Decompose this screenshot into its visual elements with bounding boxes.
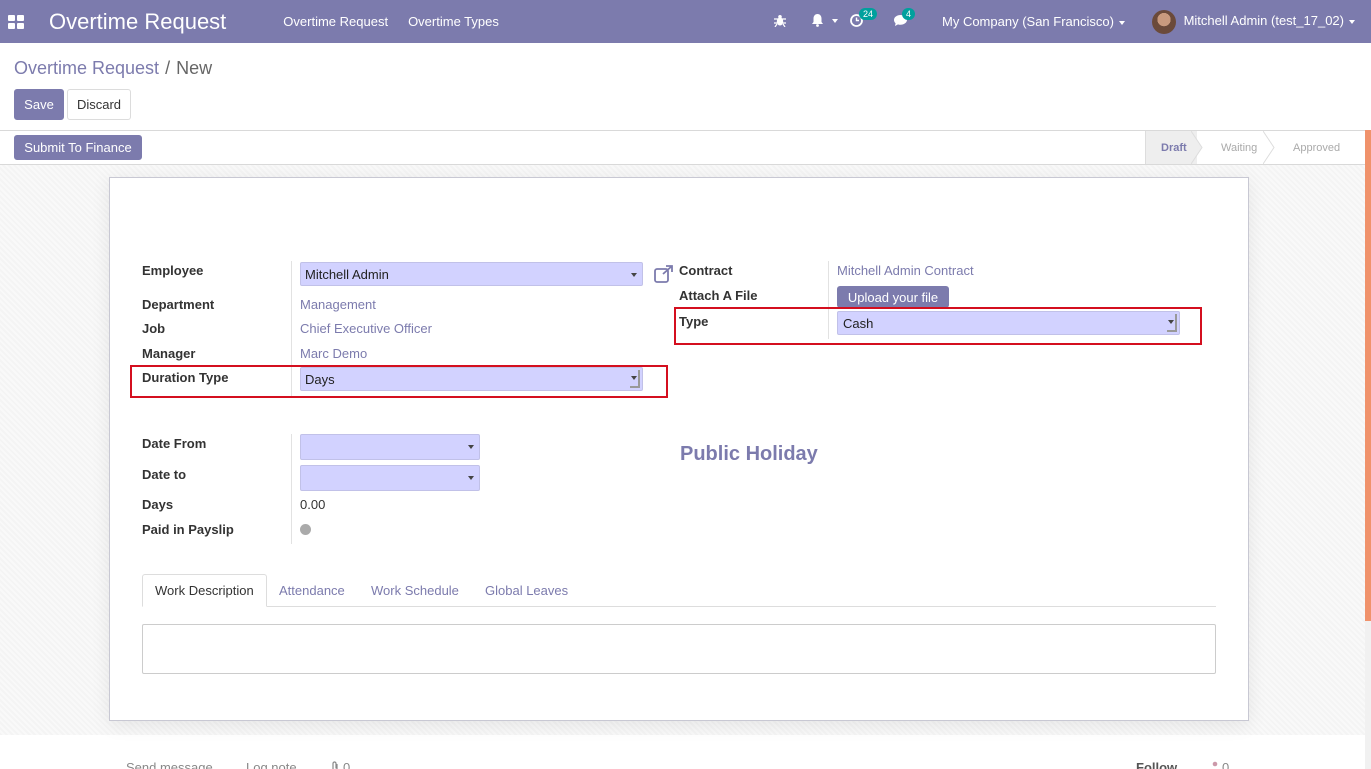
tab-work-description[interactable]: Work Description — [142, 574, 267, 607]
stage-label: Draft — [1161, 141, 1187, 154]
tab-work-schedule[interactable]: Work Schedule — [359, 574, 471, 607]
paid-in-payslip-toggle[interactable] — [300, 524, 311, 535]
company-switcher[interactable]: My Company (San Francisco) — [942, 14, 1125, 29]
duration-type-highlight — [130, 365, 668, 398]
paid-in-payslip-label: Paid in Payslip — [142, 522, 234, 537]
company-name: My Company (San Francisco) — [942, 14, 1114, 29]
stage-draft[interactable]: Draft — [1145, 131, 1203, 164]
manager-label: Manager — [142, 346, 196, 361]
job-label: Job — [142, 321, 166, 336]
message-count-badge: 4 — [902, 7, 916, 20]
dropdown-caret-icon — [468, 445, 474, 449]
messages-chat-icon[interactable]: 4 — [893, 7, 916, 30]
dropdown-caret-icon — [631, 273, 637, 277]
employee-select[interactable]: Mitchell Admin — [300, 262, 643, 286]
external-link-icon[interactable] — [654, 265, 674, 283]
notification-bell-icon[interactable] — [811, 13, 838, 30]
attachments-count: 0 — [343, 760, 351, 769]
activity-clock-icon[interactable]: 24 — [850, 7, 878, 30]
paperclip-icon — [332, 761, 338, 769]
follow-button[interactable]: Follow — [1136, 760, 1177, 769]
user-avatar — [1151, 9, 1176, 34]
breadcrumb-separator: / — [165, 58, 171, 78]
log-note-button[interactable]: Log note — [246, 760, 297, 769]
tab-attendance[interactable]: Attendance — [267, 574, 357, 607]
upload-file-button[interactable]: Upload your file — [837, 286, 949, 308]
user-menu[interactable]: Mitchell Admin (test_17_02) — [1151, 9, 1355, 34]
stage-pipeline: Draft Waiting Approved — [1145, 131, 1365, 164]
department-label: Department — [142, 297, 215, 312]
date-to-label: Date to — [142, 467, 187, 482]
chevron-down-icon — [1349, 19, 1355, 24]
attach-file-label: Attach A File — [679, 288, 758, 303]
breadcrumb-current: New — [176, 58, 213, 78]
dropdown-caret-icon — [468, 476, 474, 480]
field-divider — [291, 434, 292, 544]
stage-label: Approved — [1293, 141, 1341, 154]
app-title[interactable]: Overtime Request — [49, 9, 226, 35]
breadcrumb: Overtime Request / New — [14, 58, 212, 79]
top-navbar: Overtime Request Overtime Request Overti… — [0, 0, 1371, 43]
activity-count-badge: 24 — [859, 7, 878, 20]
attachments-button[interactable]: 0 — [331, 760, 350, 769]
stage-label: Waiting — [1221, 141, 1258, 154]
work-description-textarea[interactable] — [142, 624, 1216, 674]
followers-button[interactable]: 0 — [1211, 760, 1229, 769]
apps-menu-icon[interactable] — [8, 14, 24, 29]
breadcrumb-parent[interactable]: Overtime Request — [14, 58, 159, 78]
job-link[interactable]: Chief Executive Officer — [300, 321, 432, 336]
chevron-down-icon — [1118, 20, 1125, 25]
stage-approved[interactable]: Approved — [1269, 131, 1365, 164]
contract-label: Contract — [679, 263, 733, 278]
menu-overtime-request[interactable]: Overtime Request — [283, 14, 388, 29]
days-value: 0.00 — [300, 497, 326, 512]
public-holiday-heading: Public Holiday — [680, 443, 818, 465]
followers-count: 0 — [1222, 760, 1230, 769]
submit-to-finance-button[interactable]: Submit To Finance — [14, 135, 142, 160]
menu-overtime-types[interactable]: Overtime Types — [408, 14, 499, 29]
debug-bug-icon[interactable] — [774, 14, 786, 30]
form-statusbar: Submit To Finance Draft Waiting Approved — [0, 130, 1365, 165]
discard-button[interactable]: Discard — [67, 89, 131, 120]
navbar-systray: 24 4 My Company (San Francisco) Mitchell… — [774, 0, 1371, 43]
contract-link[interactable]: Mitchell Admin Contract — [837, 263, 974, 278]
manager-link[interactable]: Marc Demo — [300, 346, 367, 361]
save-button[interactable]: Save — [14, 89, 64, 120]
stage-waiting[interactable]: Waiting — [1197, 131, 1275, 164]
person-icon — [1212, 761, 1218, 767]
date-from-label: Date From — [142, 436, 207, 451]
date-to-input[interactable] — [300, 465, 480, 491]
department-link[interactable]: Management — [300, 297, 376, 312]
employee-value: Mitchell Admin — [305, 266, 389, 282]
send-message-button[interactable]: Send message — [126, 760, 213, 769]
date-from-input[interactable] — [300, 434, 480, 460]
user-name: Mitchell Admin (test_17_02) — [1183, 12, 1344, 28]
notebook-tabs: Work Description Attendance Work Schedul… — [142, 574, 1216, 607]
type-highlight — [674, 307, 1202, 345]
tab-global-leaves[interactable]: Global Leaves — [473, 574, 580, 607]
scrollbar-thumb[interactable] — [1365, 130, 1371, 621]
scrollbar-track[interactable] — [1365, 621, 1371, 769]
employee-label: Employee — [142, 263, 204, 278]
days-label: Days — [142, 497, 174, 512]
